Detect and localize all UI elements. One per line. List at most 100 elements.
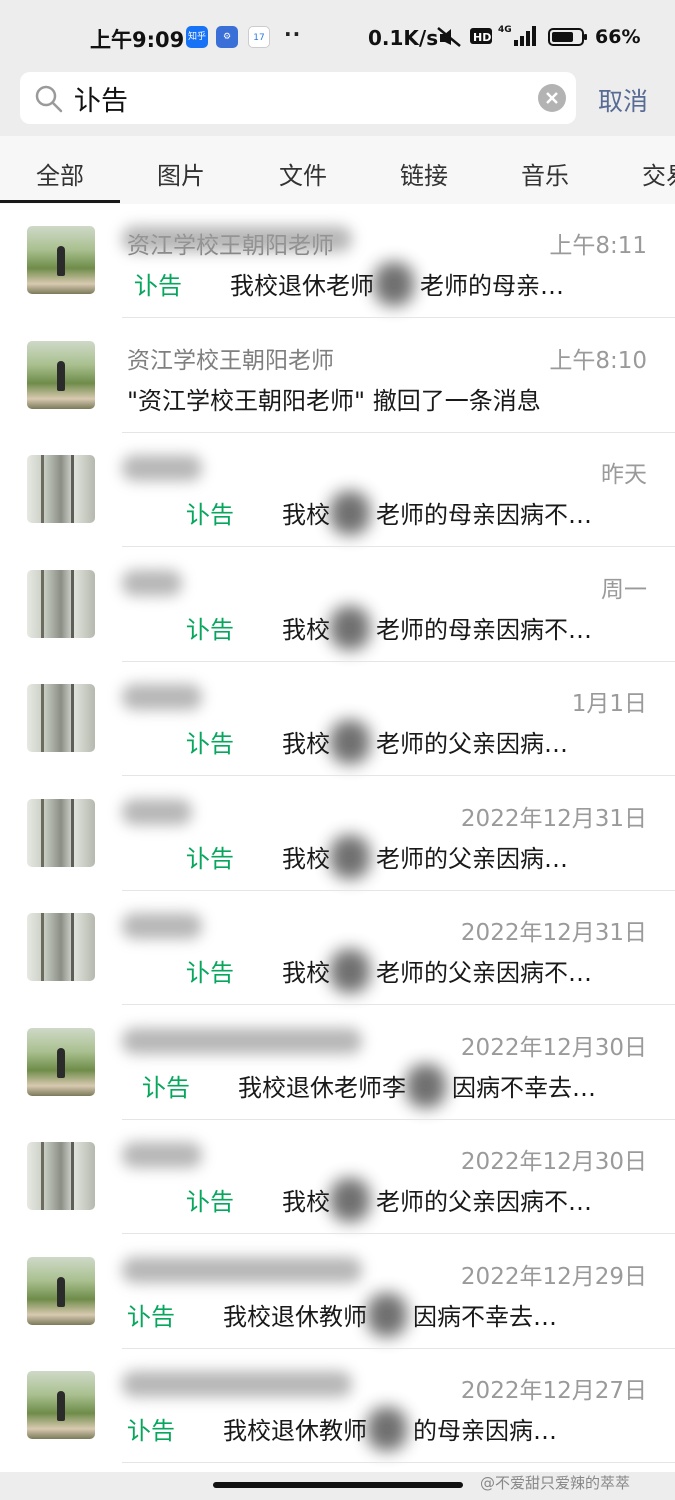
name-redaction [122,684,202,710]
message-snippet: 讣告 我校退休老师李 因病不幸去… [142,1068,596,1103]
search-header: 取消 [0,72,675,136]
avatar[interactable] [27,1027,95,1096]
active-tab-indicator [0,200,120,203]
snippet-text: 我校 [282,615,330,644]
snippet-text-tail: 老师的母亲… [420,272,564,300]
name-redaction [122,1256,362,1283]
snippet-redaction [367,1407,407,1451]
avatar[interactable] [27,1142,95,1210]
message-time: 2022年12月29日 [460,1263,647,1290]
tab-transactions[interactable]: 交易 [642,156,675,191]
name-redaction [122,1027,362,1054]
keyword-highlight: 讣告 [186,844,234,873]
name-redaction [122,455,202,481]
avatar[interactable] [27,798,95,867]
snippet-redaction [330,720,370,764]
snippet-text-tail: 老师的父亲因病不… [376,1188,592,1216]
row-divider [122,1462,675,1463]
message-snippet: 讣告 我校退休教师 的母亲因病… [127,1411,557,1446]
snippet-redaction [330,834,370,879]
result-row[interactable]: 资江学校王朝阳老师 上午8:10 "资江学校王朝阳老师" 撤回了一条消息 [0,319,675,433]
search-box[interactable] [20,72,576,124]
status-time: 上午9:09 [90,28,185,52]
snippet-text-tail: 老师的母亲因病不… [376,615,592,644]
keyword-highlight: 讣告 [186,615,234,644]
tab-all[interactable]: 全部 [36,156,84,191]
snippet-text-tail: 老师的父亲因病… [376,844,568,873]
mute-icon [437,27,461,47]
result-row[interactable]: 2022年12月29日 讣告 我校退休教师 因病不幸去… [0,1235,675,1349]
home-indicator[interactable] [213,1482,463,1488]
snippet-text-tail: 因病不幸去… [452,1073,596,1102]
avatar[interactable] [27,569,95,638]
snippet-text: 我校退休老师 [230,272,374,300]
tab-files[interactable]: 文件 [279,156,327,191]
avatar[interactable] [27,684,95,752]
clear-search-icon[interactable] [538,84,566,112]
zhihu-app-icon: 知乎 [186,26,208,48]
message-time: 2022年12月31日 [460,805,647,832]
snippet-redaction [330,491,370,535]
search-icon [35,85,63,113]
message-snippet: "资江学校王朝阳老师" 撤回了一条消息 [127,381,541,416]
keyword-highlight: 讣告 [186,959,234,987]
avatar[interactable] [27,226,95,294]
keyword-highlight: 讣告 [142,1073,190,1102]
snippet-text: "资江学校王朝阳老师" 撤回了一条消息 [127,386,541,415]
snippet-text: 我校 [282,844,330,873]
snippet-text: 我校退休教师 [223,1417,367,1445]
calendar-app-icon: 17 [248,26,270,48]
snippet-redaction [374,262,414,306]
result-row[interactable]: 2022年12月27日 讣告 我校退休教师 的母亲因病… [0,1349,675,1463]
snippet-redaction [330,605,370,650]
snippet-text: 我校 [282,501,330,529]
avatar[interactable] [27,340,95,409]
snippet-text-tail: 老师的母亲因病不… [376,501,592,529]
snippet-text-tail: 因病不幸去… [413,1302,557,1331]
avatar[interactable] [27,1256,95,1325]
tab-music[interactable]: 音乐 [521,156,569,191]
svg-text:4G: 4G [498,25,512,35]
name-redaction [122,1142,202,1168]
name-redaction [122,913,202,939]
message-time: 上午8:11 [549,233,647,259]
keyword-highlight: 讣告 [127,1417,175,1445]
keyword-highlight: 讣告 [186,501,234,529]
snippet-redaction [406,1063,446,1108]
snippet-redaction [330,1178,370,1222]
keyword-highlight: 讣告 [186,730,234,758]
name-redaction [122,1371,352,1397]
result-row[interactable]: 昨天讣告 我校 老师的母亲因病不… [0,433,675,547]
message-snippet: 讣告 我校 老师的母亲因病不… [186,610,592,645]
avatar[interactable] [27,455,95,523]
battery-percent: 66% [595,26,641,48]
avatar[interactable] [27,913,95,981]
tab-links[interactable]: 链接 [400,156,448,191]
battery-icon [548,28,587,46]
tab-images[interactable]: 图片 [157,156,205,191]
snippet-redaction [367,1292,407,1337]
result-row[interactable]: 2022年12月30日 讣告 我校 老师的父亲因病不… [0,1120,675,1234]
signal-4g-icon: 4G [498,25,536,46]
result-row[interactable]: 1月1日 讣告 我校 老师的父亲因病… [0,662,675,776]
hd-icon: HD [470,28,492,44]
search-input[interactable] [74,80,514,116]
keyword-highlight: 讣告 [186,1188,234,1216]
name-redaction [122,569,182,596]
avatar[interactable] [27,1371,95,1439]
result-row[interactable]: 周一 讣告 我校 老师的母亲因病不… [0,548,675,662]
status-bar: 上午9:09 知乎 ⚙ 17 ·· 0.1K/s HD 4G 66% [0,0,675,72]
message-time: 昨天 [601,462,647,488]
result-row[interactable]: 2022年12月31日讣告 我校 老师的父亲因病… [0,777,675,891]
message-time: 2022年12月31日 [460,920,647,946]
name-redaction [122,226,352,252]
message-time: 2022年12月30日 [460,1149,647,1175]
message-time: 2022年12月27日 [460,1378,647,1404]
result-row[interactable]: 2022年12月31日 讣告 我校 老师的父亲因病不… [0,891,675,1005]
snippet-text: 我校 [282,730,330,758]
result-row[interactable]: 2022年12月30日 讣告 我校退休老师李 因病不幸去… [0,1006,675,1120]
cancel-button[interactable]: 取消 [598,82,648,118]
result-row[interactable]: 资江学校王朝阳老师上午8:11讣告我校退休老师老师的母亲… [0,204,675,318]
message-snippet: 讣告 我校 老师的父亲因病… [186,839,568,874]
filter-tabs: 全部 图片 文件 链接 音乐 交易 [0,136,675,204]
